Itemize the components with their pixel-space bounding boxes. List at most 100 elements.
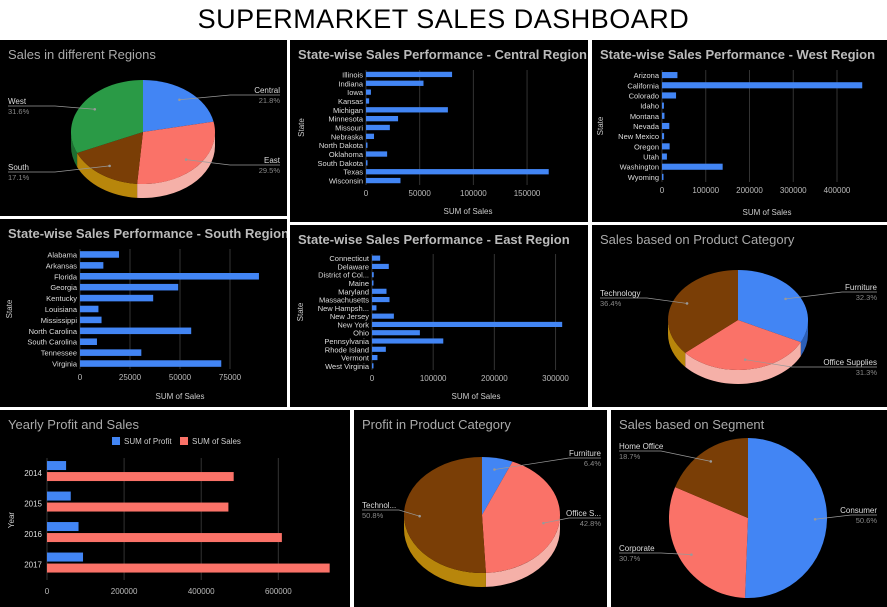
pie-chart-profit-category: Furniture6.4% Office S...42.8% Technol...5… (362, 449, 602, 587)
legend-label: SUM of Profit (124, 437, 172, 446)
y-axis-label: Year (7, 512, 16, 529)
slice-percent: 31.6% (8, 107, 30, 116)
bar (80, 327, 192, 335)
y-tick-label: West Virginia (325, 362, 370, 371)
y-tick-label: Missouri (335, 124, 363, 133)
y-tick-label: 2014 (24, 469, 42, 478)
legend-label: SUM of Sales (192, 437, 241, 446)
slice-label: Technol... (362, 501, 396, 510)
bar (80, 305, 99, 313)
y-tick-label: Indiana (338, 79, 363, 88)
slice-label: Central (254, 86, 280, 95)
slice-percent: 29.5% (259, 166, 281, 175)
chart-panel-regions: Sales in different Regions Central 21.8% E… (0, 40, 287, 216)
slice-label: Technology (600, 289, 640, 298)
y-tick-label: Arkansas (46, 261, 78, 270)
pie-chart-category-sales: Furniture32.3% Office Supplies31.3% Techno… (600, 270, 878, 384)
leader-dot (493, 468, 496, 471)
leader-dot (709, 460, 713, 463)
bar (47, 502, 229, 512)
y-tick-label: Colorado (629, 91, 659, 100)
slice-label: Furniture (845, 283, 878, 292)
y-tick-label: Oklahoma (329, 150, 364, 159)
y-tick-label: Idaho (640, 102, 659, 111)
chart-panel-yearly: Yearly Profit and Sales 0 200000 400000 600… (0, 410, 350, 607)
x-tick-label: 200000 (481, 374, 508, 383)
leader-dot (690, 553, 693, 556)
bar (372, 363, 374, 369)
bar (366, 124, 390, 131)
x-tick-label: 75000 (219, 373, 242, 382)
bar (366, 133, 375, 139)
slice-percent: 31.3% (856, 368, 878, 377)
x-tick-label: 300000 (542, 374, 569, 383)
bar (80, 338, 97, 345)
leader-dot (685, 302, 689, 305)
slice-percent: 32.3% (856, 293, 878, 302)
bar (47, 533, 282, 543)
y-tick-label: Alabama (47, 250, 77, 259)
bar (80, 294, 154, 302)
y-tick-label: 2015 (24, 500, 42, 509)
bar (372, 297, 390, 303)
leader-dot (108, 164, 111, 168)
y-tick-label: South Carolina (27, 338, 77, 347)
x-tick-label: 400000 (188, 587, 215, 596)
y-tick-label: Mississippi (41, 316, 78, 325)
bar (366, 98, 370, 104)
bar (47, 522, 79, 532)
y-tick-label: North Carolina (29, 327, 78, 336)
y-tick-label: Nebraska (331, 132, 364, 141)
slice-label: Office S... (566, 509, 601, 518)
y-tick-label: Arizona (634, 71, 660, 80)
bar (372, 330, 420, 336)
slice-label: South (8, 163, 29, 172)
leader-dot (184, 158, 188, 161)
bar (662, 163, 723, 170)
chart-panel-central: State-wise Sales Performance - Central R… (290, 40, 588, 222)
y-tick-label: Montana (630, 112, 660, 121)
leader-dot (178, 98, 181, 102)
y-tick-label: Kansas (338, 97, 363, 106)
slice-percent: 17.1% (8, 173, 30, 182)
y-tick-label: Iowa (347, 88, 364, 97)
dashboard-title: SUPERMARKET SALES DASHBOARD (197, 4, 690, 34)
y-tick-label: Louisiana (45, 305, 78, 314)
slice-percent: 50.6% (856, 516, 878, 525)
chart-panel-south: State-wise Sales Performance - South Reg… (0, 219, 287, 407)
y-axis-label: State (296, 302, 305, 321)
bar (80, 273, 259, 280)
bar (47, 491, 71, 501)
bar (372, 272, 374, 278)
x-tick-label: 100000 (692, 186, 719, 195)
slice-percent: 50.8% (362, 511, 384, 520)
bar (366, 177, 401, 184)
leader-dot (418, 514, 421, 518)
bar (80, 283, 179, 291)
bar (366, 71, 453, 78)
bar (372, 338, 444, 344)
slice-label: Home Office (619, 442, 664, 451)
slice-label: East (264, 156, 281, 165)
leader-dot (813, 517, 817, 521)
bar (662, 143, 670, 150)
bar (366, 142, 368, 148)
chart-panel-segment: Sales based on Segment Consumer 50.6% Corp… (611, 410, 887, 607)
bar (80, 349, 142, 356)
leader-dot (542, 521, 545, 525)
y-tick-label: New Mexico (618, 132, 659, 141)
bar (80, 251, 120, 258)
y-tick-label: Michigan (333, 106, 363, 115)
slice-percent: 18.7% (619, 452, 641, 461)
bar (662, 112, 665, 119)
slice-label: Corporate (619, 544, 655, 553)
bar (47, 552, 84, 562)
chart-panel-category-sales: Sales based on Product Category Furnitur… (592, 225, 887, 407)
y-tick-label: 2017 (24, 561, 42, 570)
slice-percent: 36.4% (600, 299, 622, 308)
x-tick-label: 25000 (119, 373, 142, 382)
x-tick-label: 0 (78, 373, 83, 382)
x-tick-label: 150000 (514, 189, 541, 198)
bar (372, 255, 381, 261)
x-tick-label: 0 (370, 374, 375, 383)
